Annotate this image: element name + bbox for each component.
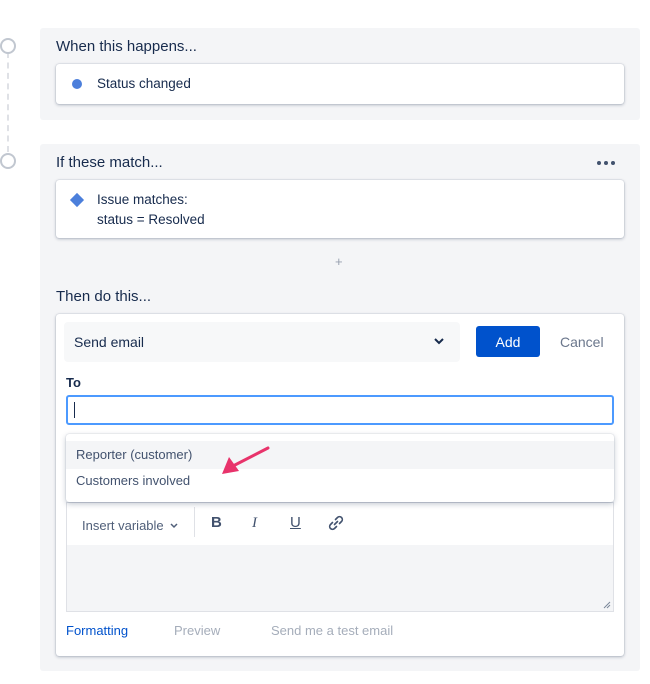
bold-button[interactable]: B: [211, 515, 222, 531]
trigger-card[interactable]: Status changed: [56, 64, 624, 104]
editor-toolbar: Insert variable B I U: [67, 503, 613, 545]
chevron-down-icon: [434, 338, 444, 345]
timeline-node-condition: [0, 153, 16, 169]
send-test-email-link[interactable]: Send me a test email: [271, 623, 393, 638]
condition-line-2: status = Resolved: [97, 212, 205, 227]
trigger-label: Status changed: [97, 76, 191, 91]
to-input[interactable]: [66, 395, 614, 425]
formatting-link[interactable]: Formatting: [66, 623, 128, 638]
condition-section-title: If these match...: [56, 154, 163, 171]
cancel-button[interactable]: Cancel: [560, 334, 604, 350]
condition-action-section: If these match... Issue matches: status …: [40, 144, 640, 671]
chevron-down-icon: [170, 522, 178, 528]
condition-line-1: Issue matches:: [97, 192, 188, 207]
to-label: To: [66, 375, 81, 390]
add-button[interactable]: Add: [476, 326, 540, 357]
timeline-node-trigger: [0, 38, 16, 54]
action-section-title: Then do this...: [56, 288, 152, 305]
trigger-section-title: When this happens...: [56, 38, 197, 55]
condition-icon: [69, 192, 85, 208]
italic-button[interactable]: I: [252, 515, 257, 531]
email-body-editor[interactable]: Insert variable B I U: [66, 502, 614, 612]
link-icon[interactable]: [327, 514, 345, 532]
insert-variable-label: Insert variable: [82, 518, 164, 533]
add-component-icon[interactable]: +: [335, 254, 343, 269]
toolbar-divider: [194, 507, 195, 537]
more-options-icon[interactable]: [597, 161, 615, 165]
recipient-suggestions-dropdown: Reporter (customer) Customers involved: [66, 434, 614, 502]
suggestion-reporter[interactable]: Reporter (customer): [66, 441, 614, 469]
suggestion-customers-involved[interactable]: Customers involved: [66, 467, 614, 495]
resize-handle-icon[interactable]: [603, 601, 611, 609]
action-type-value: Send email: [74, 334, 145, 350]
insert-variable-button[interactable]: Insert variable: [82, 518, 178, 533]
timeline-connector: [7, 52, 9, 152]
trigger-icon: [72, 79, 82, 89]
text-caret: [74, 402, 75, 418]
underline-button[interactable]: U: [290, 515, 301, 531]
action-type-select[interactable]: Send email: [64, 322, 460, 362]
preview-link[interactable]: Preview: [174, 623, 220, 638]
trigger-section: When this happens... Status changed: [40, 28, 640, 120]
annotation-arrow-icon: [222, 446, 270, 474]
condition-card[interactable]: Issue matches: status = Resolved: [56, 180, 624, 238]
action-card: Send email Add Cancel To Insert variable…: [56, 314, 624, 656]
